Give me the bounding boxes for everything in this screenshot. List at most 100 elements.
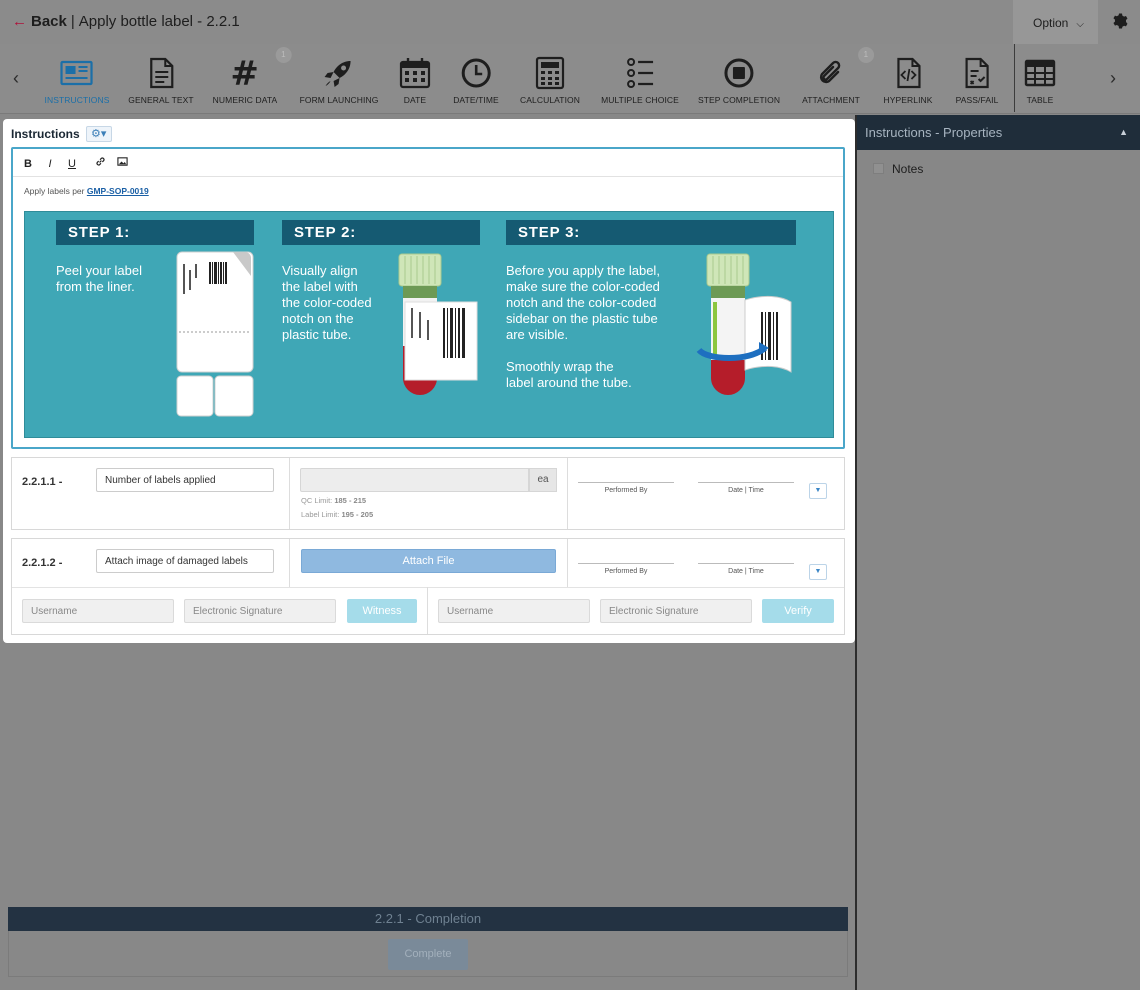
verify-username-input[interactable]: Username [438,599,590,623]
unit-label: ea [529,468,557,492]
label-limit-label: Label Limit: [301,510,342,519]
image-icon[interactable] [117,156,128,170]
back-link[interactable]: ← Back | Apply bottle label - 2.2.1 [12,13,240,30]
tool-calculation[interactable]: CALCULATION [520,56,580,105]
date-time-field[interactable]: Date | Time [698,563,794,575]
tool-date-time[interactable]: DATE/TIME [453,56,499,105]
back-label[interactable]: Back [31,13,67,30]
italic-button[interactable]: I [45,158,55,170]
notes-label: Notes [892,162,924,176]
instructions-card: Instructions ⚙▾ BIU Apply labels per GMP… [3,119,855,643]
notes-option[interactable]: Notes [857,150,1140,188]
properties-title: Instructions - Properties [865,125,1003,140]
properties-header[interactable]: Instructions - Properties ▲ [857,115,1140,150]
complete-button[interactable]: Complete [388,939,468,970]
stop-circle-icon [724,58,754,88]
rich-text-editor[interactable]: BIU Apply labels per GMP-SOP-0019 STEP 1… [11,147,845,449]
witness-button[interactable]: Witness [347,599,417,623]
row-id: 2.2.1.2 - [22,557,62,569]
label-instructions-image: STEP 1: STEP 2: STEP 3: Peel your label … [24,211,834,438]
tool-badge: 1 [275,47,292,63]
table-icon [1024,59,1056,87]
row-label-field[interactable]: Attach image of damaged labels [96,549,274,573]
tool-hyperlink[interactable]: HYPERLINK [883,56,932,105]
tool-general-text[interactable]: GENERAL TEXT [128,56,194,105]
tool-instructions[interactable]: INSTRUCTIONS [45,56,110,105]
calendar-icon [399,58,431,89]
tool-form-launching[interactable]: FORM LAUNCHING [300,56,379,105]
svg-text:#: # [231,56,260,90]
paperclip-icon [819,60,841,84]
label-limit-value: 195 - 205 [341,510,374,519]
chevron-down-icon[interactable]: ▼ [809,564,827,580]
witness-signature-input[interactable]: Electronic Signature [184,599,336,623]
label-peel-illustration [176,251,254,417]
column-divider [567,458,568,529]
tool-numeric-data[interactable]: 1 # NUMERIC DATA [212,47,292,105]
tool-step-completion[interactable]: STEP COMPLETION [698,56,780,105]
collapse-caret-icon[interactable]: ▲ [1119,127,1128,137]
toolbar-next-arrow[interactable]: › [1110,68,1116,89]
performed-by-field[interactable]: Performed By [578,482,674,494]
notes-checkbox[interactable] [873,163,884,174]
row-label-field[interactable]: Number of labels applied [96,468,274,492]
tool-label: FORM LAUNCHING [299,95,379,105]
link-icon[interactable] [95,156,105,170]
tool-date[interactable]: DATE [398,56,432,105]
step-3-text: Before you apply the label, make sure th… [506,263,660,390]
numeric-value-input[interactable] [300,468,529,492]
document-text-icon [149,57,174,89]
column-divider [427,587,428,634]
tool-label: INSTRUCTIONS [44,95,110,105]
tool-label: DATE/TIME [453,95,499,105]
qc-limit-text: QC Limit: 185 - 215 [301,496,366,505]
row-number: 2.2.1.2 [22,557,56,569]
rocket-icon [324,61,351,87]
gear-icon[interactable] [1110,12,1128,35]
column-divider [289,539,290,587]
tool-label: NUMERIC DATA [212,95,278,105]
tool-attachment[interactable]: 1 ATTACHMENT [802,47,874,105]
attach-file-button[interactable]: Attach File [301,549,556,573]
performed-by-field[interactable]: Performed By [578,563,674,575]
step-1-banner: STEP 1: [56,220,254,245]
column-divider [289,458,290,529]
option-label: Option [1033,16,1069,30]
properties-panel: Instructions - Properties ▲ Notes [855,115,1140,990]
label-limit-text: Label Limit: 195 - 205 [301,510,373,519]
toolbar-prev-arrow[interactable]: ‹ [13,68,19,89]
tool-multiple-choice[interactable]: MULTIPLE CHOICE [601,56,679,105]
instruction-prefix: Apply labels per [24,186,87,196]
bold-button[interactable]: B [23,158,33,170]
row-dash: - [58,557,63,569]
step-2-banner: STEP 2: [282,220,480,245]
verify-signature-input[interactable]: Electronic Signature [600,599,752,623]
option-dropdown[interactable]: Option ⌵ [1013,0,1098,44]
verify-button[interactable]: Verify [762,599,834,623]
tool-table[interactable]: TABLE [1023,56,1057,105]
underline-button[interactable]: U [67,158,77,170]
witness-username-input[interactable]: Username [22,599,174,623]
component-toolbar: ‹ INSTRUCTIONS GENERAL TEXT 1 # NUMERIC … [0,44,1140,114]
step-row-2-2-1-2: 2.2.1.2 - Attach image of damaged labels… [11,538,845,635]
column-divider [567,539,568,587]
calculator-icon [535,56,565,90]
sop-link[interactable]: GMP-SOP-0019 [87,186,149,196]
step-3-banner: STEP 3: [506,220,796,245]
step-2-text: Visually align the label with the color-… [282,263,372,342]
settings-gear-icon[interactable]: ⚙▾ [86,126,112,142]
tool-label: HYPERLINK [883,95,933,105]
list-options-icon [626,58,653,88]
tool-badge: 1 [857,47,874,63]
chevron-down-icon[interactable]: ▼ [809,483,827,499]
completion-header: 2.2.1 - Completion [8,907,848,931]
qc-limit-label: QC Limit: [301,496,335,505]
tool-pass-fail[interactable]: PASS/FAIL [956,56,999,105]
tool-label: PASS/FAIL [955,95,999,105]
qc-limit-value: 185 - 215 [334,496,367,505]
editor-toolbar: BIU [13,149,843,177]
row-dash: - [58,476,63,488]
toolbar-divider [1014,44,1015,112]
date-time-field[interactable]: Date | Time [698,482,794,494]
hash-icon: # [231,56,260,90]
